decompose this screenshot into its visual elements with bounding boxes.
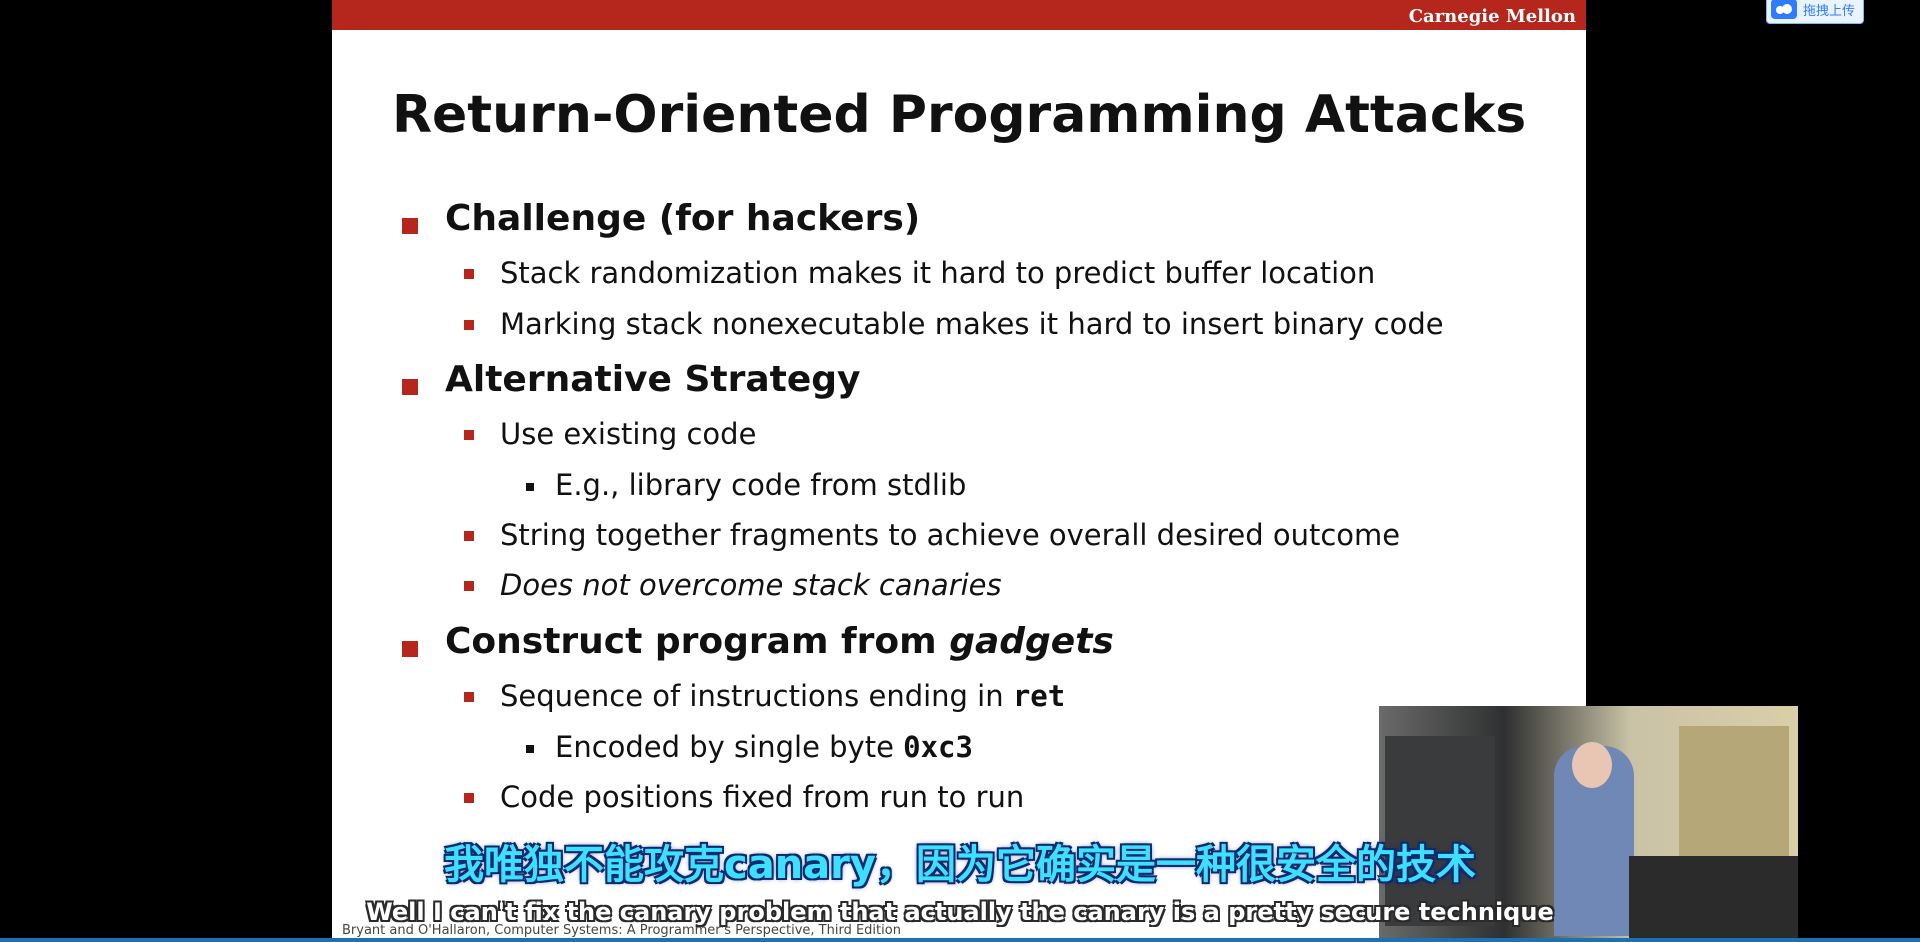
sub-sub-bullet-marker <box>526 745 534 753</box>
encoded-text: Encoded by single byte <box>555 730 904 764</box>
subtitle-chinese: 我唯独不能攻克canary，因为它确实是一种很安全的技术 <box>444 842 1476 888</box>
sub-sub-bullet-marker <box>526 483 534 491</box>
section-heading-gadgets: Construct program from gadgets <box>445 621 1114 662</box>
sub-bullet-marker <box>464 320 474 330</box>
bullet-library-code: E.g., library code from stdlib <box>555 468 967 502</box>
gadgets-heading-prefix: Construct program from <box>445 621 950 662</box>
cloud-upload-icon <box>1771 0 1797 19</box>
section-heading-challenge: Challenge (for hackers) <box>445 198 921 239</box>
sub-bullet-marker <box>464 531 474 541</box>
ret-code: ret <box>1012 679 1066 713</box>
gadgets-heading-emph: gadgets <box>949 621 1114 662</box>
upload-button[interactable]: 拖拽上传 <box>1766 0 1864 24</box>
bullet-marker <box>402 218 418 234</box>
opcode-code: 0xc3 <box>903 730 973 764</box>
bullet-stack-canaries: Does not overcome stack canaries <box>500 568 1002 602</box>
sub-bullet-marker <box>464 692 474 702</box>
sub-bullet-marker <box>464 269 474 279</box>
bullet-code-positions: Code positions fixed from run to run <box>500 780 1025 814</box>
section-heading-alternative: Alternative Strategy <box>445 359 861 400</box>
bullet-marker <box>402 379 418 395</box>
slide-title: Return-Oriented Programming Attacks <box>392 85 1527 145</box>
upload-label: 拖拽上传 <box>1803 3 1856 19</box>
bullet-marker <box>402 641 418 657</box>
sub-bullet-marker <box>464 430 474 440</box>
sub-bullet-marker <box>464 793 474 803</box>
video-progress-strip <box>0 938 1920 942</box>
sub-bullet-marker <box>464 581 474 591</box>
bullet-existing-code: Use existing code <box>500 417 757 451</box>
bullet-nonexecutable-stack: Marking stack nonexecutable makes it har… <box>500 307 1444 341</box>
bullet-instructions-ret: Sequence of instructions ending in ret <box>500 679 1065 713</box>
subtitle-english: Well I can't fix the canary problem that… <box>366 898 1554 926</box>
lecturer-head <box>1572 742 1612 788</box>
university-brand: Carnegie Mellon <box>1408 6 1576 27</box>
bullet-single-byte: Encoded by single byte 0xc3 <box>555 730 973 764</box>
bullet-stack-randomization: Stack randomization makes it hard to pre… <box>500 256 1376 290</box>
slide-header-bar: Carnegie Mellon <box>332 0 1586 30</box>
instructions-text: Sequence of instructions ending in <box>500 679 1013 713</box>
bullet-string-fragments: String together fragments to achieve ove… <box>500 518 1401 552</box>
